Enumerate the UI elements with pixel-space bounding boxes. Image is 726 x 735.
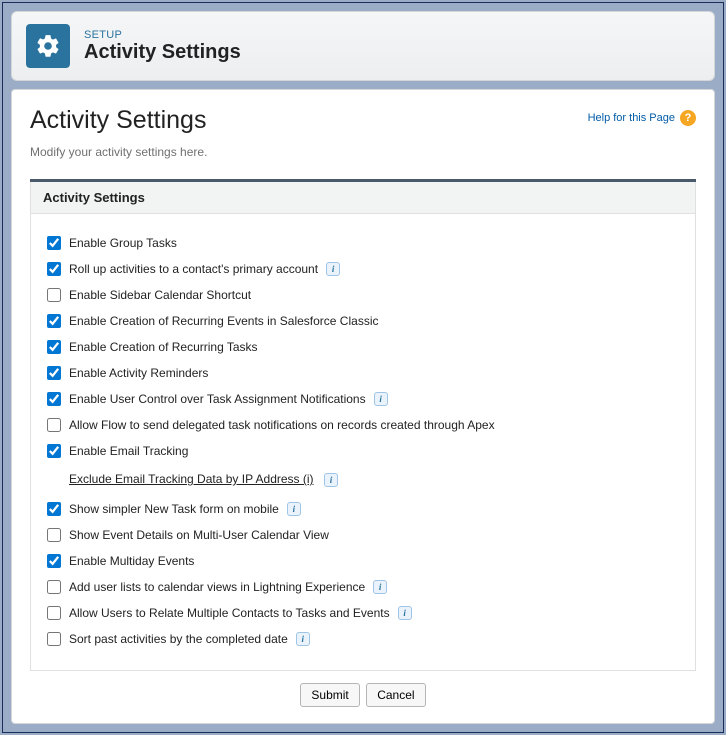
label-allow-flow-delegated: Allow Flow to send delegated task notifi…: [69, 418, 495, 432]
button-row: Submit Cancel: [30, 683, 696, 707]
checkbox-add-user-lists-calendar[interactable]: [47, 580, 61, 594]
option-show-event-details-multi: Show Event Details on Multi-User Calenda…: [47, 524, 683, 546]
option-allow-flow-delegated: Allow Flow to send delegated task notifi…: [47, 414, 683, 436]
label-allow-relate-multiple-contacts: Allow Users to Relate Multiple Contacts …: [69, 606, 390, 620]
option-enable-email-tracking: Enable Email Tracking: [47, 440, 683, 462]
checkbox-enable-group-tasks[interactable]: [47, 236, 61, 250]
option-add-user-lists-calendar: Add user lists to calendar views in Ligh…: [47, 576, 683, 598]
cancel-button[interactable]: Cancel: [366, 683, 425, 707]
label-add-user-lists-calendar: Add user lists to calendar views in Ligh…: [69, 580, 365, 594]
info-icon[interactable]: i: [326, 262, 340, 276]
content-card: Activity Settings Help for this Page ? M…: [11, 89, 715, 724]
submit-button[interactable]: Submit: [300, 683, 359, 707]
option-enable-recurring-tasks: Enable Creation of Recurring Tasks: [47, 336, 683, 358]
setup-label: SETUP: [84, 29, 241, 41]
checkbox-allow-relate-multiple-contacts[interactable]: [47, 606, 61, 620]
label-enable-recurring-tasks: Enable Creation of Recurring Tasks: [69, 340, 258, 354]
option-show-simpler-task-form: Show simpler New Task form on mobile i: [47, 498, 683, 520]
page-heading: Activity Settings: [30, 106, 206, 135]
checkbox-allow-flow-delegated[interactable]: [47, 418, 61, 432]
checkbox-enable-sidebar-calendar[interactable]: [47, 288, 61, 302]
page-title: Activity Settings: [84, 41, 241, 63]
option-sort-past-activities: Sort past activities by the completed da…: [47, 628, 683, 650]
link-exclude-email-tracking[interactable]: Exclude Email Tracking Data by IP Addres…: [69, 472, 314, 486]
checkbox-enable-recurring-tasks[interactable]: [47, 340, 61, 354]
help-icon: ?: [680, 110, 696, 126]
header-text: SETUP Activity Settings: [84, 29, 241, 63]
option-enable-user-control-task-notif: Enable User Control over Task Assignment…: [47, 388, 683, 410]
page-subtext: Modify your activity settings here.: [30, 145, 696, 159]
checkbox-roll-up-activities[interactable]: [47, 262, 61, 276]
gear-icon: [26, 24, 70, 68]
info-icon[interactable]: i: [287, 502, 301, 516]
app-frame: SETUP Activity Settings Activity Setting…: [2, 2, 724, 733]
checkbox-enable-activity-reminders[interactable]: [47, 366, 61, 380]
row-exclude-email-tracking: Exclude Email Tracking Data by IP Addres…: [69, 466, 683, 494]
info-icon[interactable]: i: [296, 632, 310, 646]
info-icon[interactable]: i: [373, 580, 387, 594]
info-icon[interactable]: i: [374, 392, 388, 406]
option-enable-group-tasks: Enable Group Tasks: [47, 232, 683, 254]
activity-settings-section: Activity Settings Enable Group Tasks Rol…: [30, 179, 696, 671]
checkbox-show-event-details-multi[interactable]: [47, 528, 61, 542]
checkbox-enable-user-control-task-notif[interactable]: [47, 392, 61, 406]
label-sort-past-activities: Sort past activities by the completed da…: [69, 632, 288, 646]
label-enable-activity-reminders: Enable Activity Reminders: [69, 366, 208, 380]
section-title: Activity Settings: [30, 182, 696, 214]
checkbox-enable-email-tracking[interactable]: [47, 444, 61, 458]
label-enable-user-control-task-notif: Enable User Control over Task Assignment…: [69, 392, 366, 406]
checkbox-enable-recurring-events[interactable]: [47, 314, 61, 328]
checkbox-sort-past-activities[interactable]: [47, 632, 61, 646]
label-enable-multiday-events: Enable Multiday Events: [69, 554, 194, 568]
help-link[interactable]: Help for this Page ?: [588, 110, 696, 126]
label-enable-email-tracking: Enable Email Tracking: [69, 444, 188, 458]
setup-header-card: SETUP Activity Settings: [11, 11, 715, 81]
label-roll-up-activities: Roll up activities to a contact's primar…: [69, 262, 318, 276]
option-enable-activity-reminders: Enable Activity Reminders: [47, 362, 683, 384]
section-body: Enable Group Tasks Roll up activities to…: [30, 214, 696, 671]
label-show-simpler-task-form: Show simpler New Task form on mobile: [69, 502, 279, 516]
option-enable-sidebar-calendar: Enable Sidebar Calendar Shortcut: [47, 284, 683, 306]
info-icon[interactable]: i: [324, 473, 338, 487]
label-show-event-details-multi: Show Event Details on Multi-User Calenda…: [69, 528, 329, 542]
info-icon[interactable]: i: [398, 606, 412, 620]
label-enable-group-tasks: Enable Group Tasks: [69, 236, 177, 250]
label-enable-sidebar-calendar: Enable Sidebar Calendar Shortcut: [69, 288, 251, 302]
option-enable-multiday-events: Enable Multiday Events: [47, 550, 683, 572]
label-enable-recurring-events: Enable Creation of Recurring Events in S…: [69, 314, 378, 328]
option-allow-relate-multiple-contacts: Allow Users to Relate Multiple Contacts …: [47, 602, 683, 624]
help-link-text: Help for this Page: [588, 112, 675, 124]
option-roll-up-activities: Roll up activities to a contact's primar…: [47, 258, 683, 280]
checkbox-enable-multiday-events[interactable]: [47, 554, 61, 568]
option-enable-recurring-events: Enable Creation of Recurring Events in S…: [47, 310, 683, 332]
checkbox-show-simpler-task-form[interactable]: [47, 502, 61, 516]
